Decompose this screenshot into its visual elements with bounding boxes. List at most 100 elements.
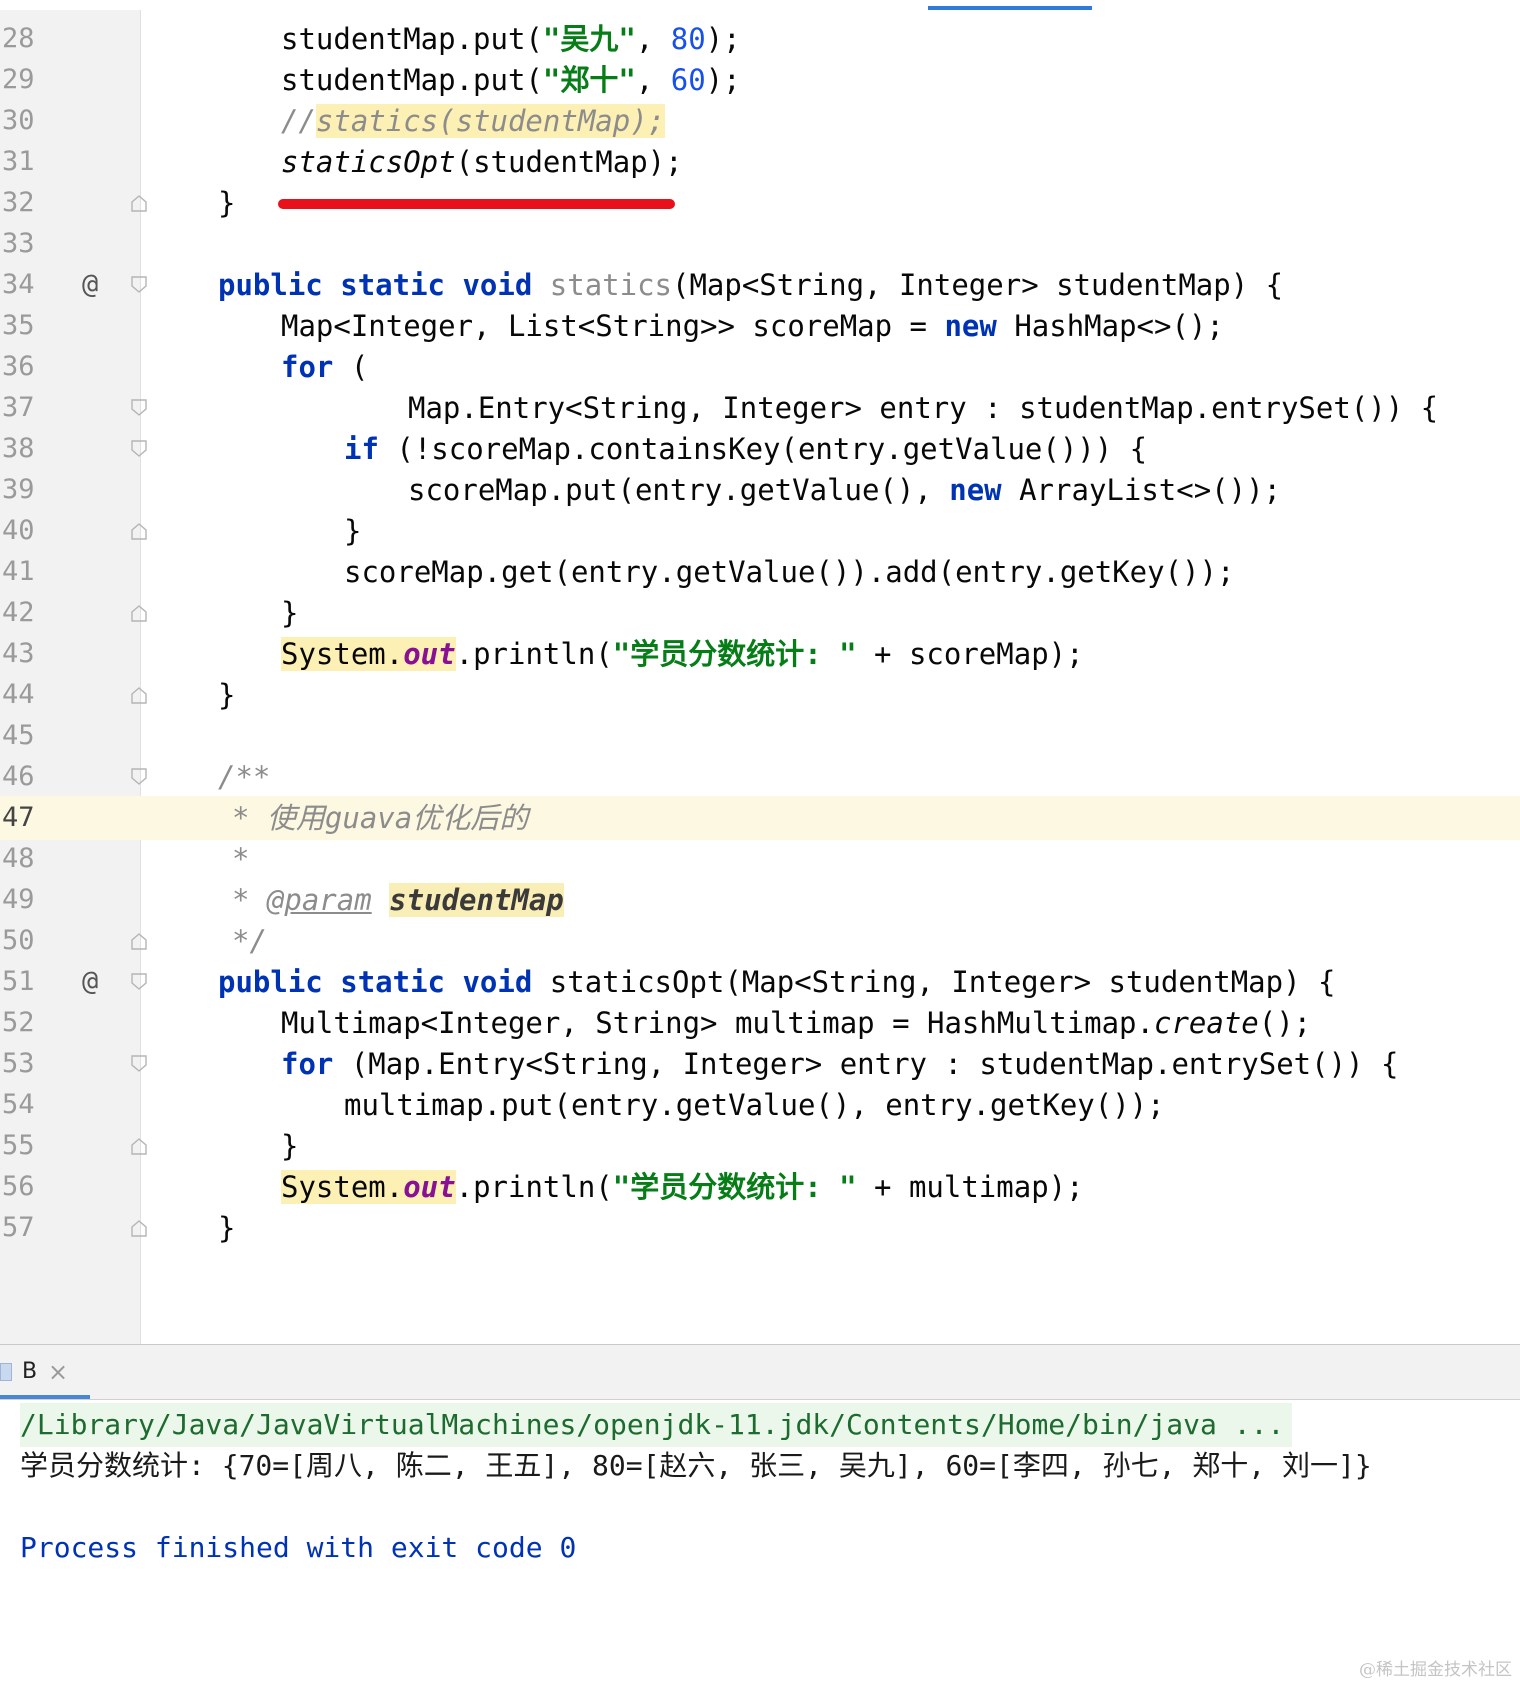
doc-comment-text[interactable]: * @param studentMap (232, 878, 564, 922)
fold-end-icon[interactable] (131, 1219, 147, 1237)
code-text[interactable]: } (218, 1206, 235, 1250)
code-line[interactable]: 34 @ public static void statics(Map<Stri… (0, 263, 1520, 307)
line-number: 50 (2, 925, 35, 956)
code-text[interactable]: //statics(studentMap); (281, 99, 666, 143)
code-text[interactable]: Multimap<Integer, String> multimap = Has… (281, 1001, 1311, 1045)
run-config-icon (0, 1363, 12, 1381)
doc-comment-text[interactable]: * (232, 837, 249, 881)
line-number: 41 (2, 556, 35, 587)
code-line[interactable]: 44 } (0, 673, 1520, 717)
code-text[interactable]: public static void statics(Map<String, I… (218, 263, 1283, 307)
line-number: 33 (2, 228, 35, 259)
run-tab[interactable]: B × (0, 1345, 90, 1399)
line-number: 44 (2, 679, 35, 710)
line-number: 34 (2, 269, 35, 300)
code-line[interactable]: 36 for ( (0, 345, 1520, 389)
code-line[interactable]: 55 } (0, 1124, 1520, 1168)
code-line[interactable]: 43 System.out.println("学员分数统计: " + score… (0, 632, 1520, 676)
run-tool-window: B × /Library/Java/JavaVirtualMachines/op… (0, 1344, 1520, 1685)
line-number: 32 (2, 187, 35, 218)
code-line[interactable]: 35 Map<Integer, List<String>> scoreMap =… (0, 304, 1520, 348)
code-line[interactable]: 42 } (0, 591, 1520, 635)
line-number: 37 (2, 392, 35, 423)
line-number: 39 (2, 474, 35, 505)
code-text[interactable]: } (218, 181, 235, 225)
line-number: 28 (2, 23, 35, 54)
code-text[interactable]: } (344, 509, 361, 553)
current-code-line[interactable]: 47 * 使用guava优化后的 (0, 796, 1520, 840)
line-number: 51 (2, 966, 35, 997)
code-text[interactable]: scoreMap.get(entry.getValue()).add(entry… (344, 550, 1234, 594)
code-line[interactable]: 49 * @param studentMap (0, 878, 1520, 922)
code-line[interactable]: 54 multimap.put(entry.getValue(), entry.… (0, 1083, 1520, 1127)
fold-start-icon[interactable] (131, 276, 147, 294)
fold-end-icon[interactable] (131, 932, 147, 950)
code-text[interactable]: studentMap.put("郑十", 60); (281, 58, 741, 102)
line-number: 35 (2, 310, 35, 341)
code-text[interactable]: System.out.println("学员分数统计: " + multimap… (281, 1165, 1084, 1209)
fold-end-icon[interactable] (131, 1137, 147, 1155)
fold-start-icon[interactable] (131, 440, 147, 458)
fold-start-icon[interactable] (131, 1055, 147, 1073)
code-line[interactable]: 32 } (0, 181, 1520, 225)
line-number: 38 (2, 433, 35, 464)
code-line[interactable]: 41 scoreMap.get(entry.getValue()).add(en… (0, 550, 1520, 594)
close-icon[interactable]: × (48, 1345, 68, 1399)
override-marker-icon[interactable]: @ (82, 263, 98, 307)
code-text[interactable]: for (Map.Entry<String, Integer> entry : … (281, 1042, 1398, 1086)
code-line[interactable]: 57 } (0, 1206, 1520, 1250)
code-line[interactable]: 53 for (Map.Entry<String, Integer> entry… (0, 1042, 1520, 1086)
code-line[interactable]: 50 */ (0, 919, 1520, 963)
code-text[interactable]: scoreMap.put(entry.getValue(), new Array… (408, 468, 1281, 512)
doc-comment-text[interactable]: * 使用guava优化后的 (232, 796, 528, 840)
line-number: 40 (2, 515, 35, 546)
override-marker-icon[interactable]: @ (82, 960, 98, 1004)
doc-comment-text[interactable]: /** (218, 755, 270, 799)
code-line[interactable]: 40 } (0, 509, 1520, 553)
fold-start-icon[interactable] (131, 399, 147, 417)
run-tab-bar: B × (0, 1345, 1520, 1400)
fold-end-icon[interactable] (131, 522, 147, 540)
code-line[interactable]: 56 System.out.println("学员分数统计: " + multi… (0, 1165, 1520, 1209)
line-number: 47 (2, 802, 35, 833)
code-text[interactable]: } (281, 1124, 298, 1168)
code-text[interactable]: Map.Entry<String, Integer> entry : stude… (408, 386, 1438, 430)
code-editor[interactable]: 28 studentMap.put("吴九", 80); 29 studentM… (0, 10, 1520, 1344)
code-line[interactable]: 46 /** (0, 755, 1520, 799)
line-number: 29 (2, 64, 35, 95)
fold-end-icon[interactable] (131, 686, 147, 704)
active-tab-underline (0, 1395, 90, 1399)
code-line[interactable]: 52 Multimap<Integer, String> multimap = … (0, 1001, 1520, 1045)
code-text[interactable]: if (!scoreMap.containsKey(entry.getValue… (344, 427, 1147, 471)
code-line[interactable]: 48 * (0, 837, 1520, 881)
code-line[interactable]: 33 (0, 222, 1520, 266)
code-text[interactable]: for ( (281, 345, 368, 389)
line-number: 55 (2, 1130, 35, 1161)
fold-end-icon[interactable] (131, 194, 147, 212)
fold-start-icon[interactable] (131, 768, 147, 786)
code-text[interactable]: multimap.put(entry.getValue(), entry.get… (344, 1083, 1165, 1127)
doc-comment-text[interactable]: */ (232, 919, 267, 963)
code-line[interactable]: 51 @ public static void staticsOpt(Map<S… (0, 960, 1520, 1004)
fold-end-icon[interactable] (131, 604, 147, 622)
code-text[interactable]: Map<Integer, List<String>> scoreMap = ne… (281, 304, 1224, 348)
code-line[interactable]: 45 (0, 714, 1520, 758)
code-text[interactable]: } (218, 673, 235, 717)
line-number: 31 (2, 146, 35, 177)
code-line[interactable]: 30 //statics(studentMap); (0, 99, 1520, 143)
code-text[interactable]: staticsOpt(studentMap); (281, 140, 683, 184)
line-number: 53 (2, 1048, 35, 1079)
code-line[interactable]: 31 staticsOpt(studentMap); (0, 140, 1520, 184)
line-number: 56 (2, 1171, 35, 1202)
code-line[interactable]: 37 Map.Entry<String, Integer> entry : st… (0, 386, 1520, 430)
code-text[interactable]: System.out.println("学员分数统计: " + scoreMap… (281, 632, 1084, 676)
code-line[interactable]: 38 if (!scoreMap.containsKey(entry.getVa… (0, 427, 1520, 471)
code-line[interactable]: 29 studentMap.put("郑十", 60); (0, 58, 1520, 102)
code-line[interactable]: 28 studentMap.put("吴九", 80); (0, 17, 1520, 61)
code-text[interactable]: public static void staticsOpt(Map<String… (218, 960, 1335, 1004)
code-line[interactable]: 39 scoreMap.put(entry.getValue(), new Ar… (0, 468, 1520, 512)
line-number: 36 (2, 351, 35, 382)
fold-start-icon[interactable] (131, 973, 147, 991)
code-text[interactable]: studentMap.put("吴九", 80); (281, 17, 741, 61)
code-text[interactable]: } (281, 591, 298, 635)
